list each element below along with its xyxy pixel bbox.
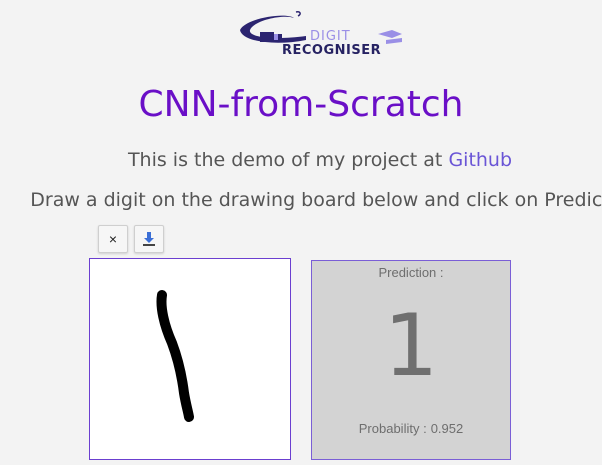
logo-bottom-text: RECOGNISER [282, 43, 382, 58]
probability-text: Probability :0.952 [312, 421, 510, 436]
intro-prefix: This is the demo of my project at [127, 149, 449, 171]
instructions-text: Draw a digit on the drawing board below … [30, 189, 602, 211]
drawing-canvas[interactable] [90, 259, 290, 459]
prediction-label: Prediction : [378, 265, 444, 280]
logo-top-text: DIGIT [310, 29, 351, 44]
close-icon: × [108, 231, 118, 247]
clear-button[interactable]: × [98, 225, 128, 253]
logo: DIGIT RECOGNISER [236, 10, 406, 60]
prediction-panel: Prediction : 1 Probability :0.952 [311, 260, 511, 460]
download-icon [143, 232, 155, 246]
drawn-stroke [156, 290, 194, 422]
probability-value: 0.952 [430, 421, 464, 436]
probability-label: Probability : [358, 421, 427, 436]
predicted-digit: 1 [383, 296, 439, 396]
page-title: CNN-from-Scratch [138, 84, 464, 125]
drawing-board[interactable] [89, 258, 291, 460]
intro-text: This is the demo of my project at Github [0, 149, 602, 171]
github-link[interactable]: Github [448, 149, 512, 171]
download-button[interactable] [134, 225, 164, 253]
